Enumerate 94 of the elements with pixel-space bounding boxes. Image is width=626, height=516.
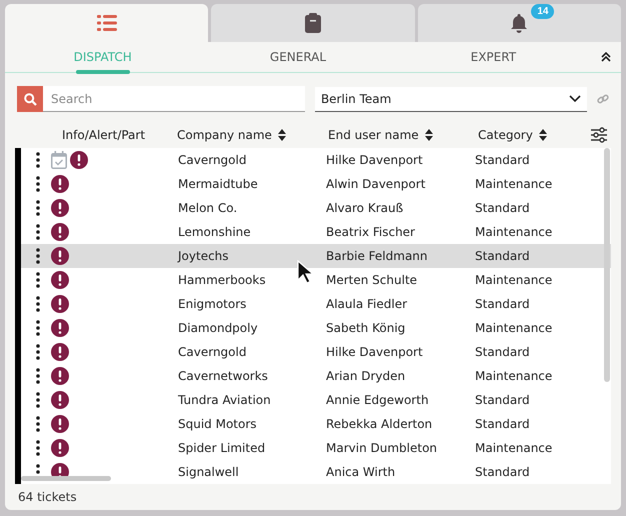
more-icon[interactable] — [36, 248, 40, 264]
alert-icon — [51, 391, 69, 409]
nav-tab[interactable] — [211, 4, 415, 42]
table-cell-text: Cavernetworks — [178, 369, 269, 383]
more-icon[interactable] — [36, 392, 40, 408]
sort-icon[interactable] — [538, 129, 547, 141]
table-cell-text: Caverngold — [178, 153, 248, 167]
more-icon[interactable] — [36, 440, 40, 456]
clipboard-icon — [304, 13, 321, 33]
table-cell-text: Merten Schulte — [326, 273, 418, 287]
table-cell-text: Standard — [475, 201, 531, 215]
search-icon — [24, 92, 36, 106]
alert-icon — [51, 247, 69, 265]
sort-icon[interactable] — [278, 129, 286, 141]
table-cell-text: Melon Co. — [178, 201, 238, 215]
more-icon[interactable] — [36, 416, 40, 432]
table-cell-text: Squid Motors — [178, 417, 258, 431]
alert-icon — [51, 175, 69, 193]
table-cell-text: Standard — [475, 249, 531, 263]
column-header[interactable]: Company name — [177, 128, 272, 142]
table-cell-text: Beatrix Fischer — [326, 225, 416, 239]
column-header: Info/Alert/Part — [62, 128, 146, 142]
calendar-check-icon — [51, 151, 67, 169]
scrollbar[interactable] — [604, 148, 610, 382]
alert-icon — [70, 151, 88, 169]
more-icon[interactable] — [36, 152, 40, 168]
cursor-icon — [297, 260, 313, 284]
alert-icon — [51, 223, 69, 241]
table-cell-text: Caverngold — [178, 345, 248, 359]
collapse-icon[interactable] — [600, 52, 611, 62]
table-cell-text: Alvaro Krauß — [326, 201, 404, 215]
alert-icon — [51, 271, 69, 289]
more-icon[interactable] — [36, 344, 40, 360]
alert-icon — [51, 367, 69, 385]
alert-icon — [51, 415, 69, 433]
table-cell-text: Anica Wirth — [326, 465, 396, 479]
notification-badge: 14 — [531, 4, 554, 19]
alert-icon — [51, 319, 69, 337]
more-icon[interactable] — [36, 224, 40, 240]
table-cell-text: Maintenance — [475, 273, 554, 287]
table-cell-text: Maintenance — [475, 369, 554, 383]
table-cell-text: Arian Dryden — [326, 369, 406, 383]
table-cell-text: Maintenance — [475, 177, 554, 191]
table-cell-text: Standard — [475, 297, 531, 311]
table-cell-text: Rebekka Alderton — [326, 417, 434, 431]
column-header[interactable]: Category — [478, 128, 533, 142]
scrollbar[interactable] — [21, 476, 111, 481]
search-field[interactable]: Search — [43, 86, 305, 112]
more-icon[interactable] — [36, 272, 40, 288]
table-cell-text: Hilke Davenport — [326, 345, 424, 359]
table-cell-text: Barbie Feldmann — [326, 249, 429, 263]
table-cell-text: Standard — [475, 465, 531, 479]
more-icon[interactable] — [36, 368, 40, 384]
table-cell-text: Sabeth König — [326, 321, 406, 335]
table-cell-text: Hammerbooks — [178, 273, 267, 287]
more-icon[interactable] — [36, 200, 40, 216]
table-cell-text: Diamondpoly — [178, 321, 259, 335]
table-cell-text: Standard — [475, 345, 531, 359]
alert-icon — [51, 439, 69, 457]
table-cell-text: Hilke Davenport — [326, 153, 424, 167]
chevron-down-icon — [569, 95, 582, 102]
table-cell-text: Alaula Fiedler — [326, 297, 408, 311]
table-cell-text: Tundra Aviation — [178, 393, 272, 407]
more-icon[interactable] — [36, 176, 40, 192]
more-icon[interactable] — [36, 296, 40, 312]
table-cell-text: Maintenance — [475, 441, 554, 455]
section-tab[interactable]: GENERAL — [200, 42, 396, 72]
table-cell-text: Joytechs — [178, 249, 230, 263]
table-cell-text: Annie Edgeworth — [326, 393, 430, 407]
alert-icon — [51, 295, 69, 313]
table-cell-text: Maintenance — [475, 225, 554, 239]
table-cell-text: Standard — [475, 153, 531, 167]
table-cell-text: Lemonshine — [178, 225, 252, 239]
table-cell-text: Standard — [475, 417, 531, 431]
alert-icon — [51, 199, 69, 217]
sort-icon[interactable] — [424, 129, 433, 141]
section-tab[interactable]: EXPERT — [396, 42, 591, 72]
table-cell-text: Signalwell — [178, 465, 240, 479]
list-icon — [96, 14, 117, 32]
ticket-count: 64 tickets — [18, 490, 77, 504]
more-icon[interactable] — [36, 320, 40, 336]
table-cell-text: Maintenance — [475, 321, 554, 335]
table-cell-text: Alwin Davenport — [326, 177, 426, 191]
bell-icon — [509, 13, 530, 33]
column-header[interactable]: End user name — [328, 128, 419, 142]
table-cell-text: Enigmotors — [178, 297, 248, 311]
table-cell-text: Marvin Dumbleton — [326, 441, 438, 455]
team-dropdown[interactable]: Berlin Team — [314, 86, 588, 112]
table-cell-text: Mermaidtube — [178, 177, 259, 191]
table-cell-text: Standard — [475, 393, 531, 407]
settings-sliders-icon[interactable] — [591, 127, 607, 143]
search-button[interactable] — [17, 86, 43, 112]
table-cell-text: Spider Limited — [178, 441, 266, 455]
alert-icon — [51, 343, 69, 361]
